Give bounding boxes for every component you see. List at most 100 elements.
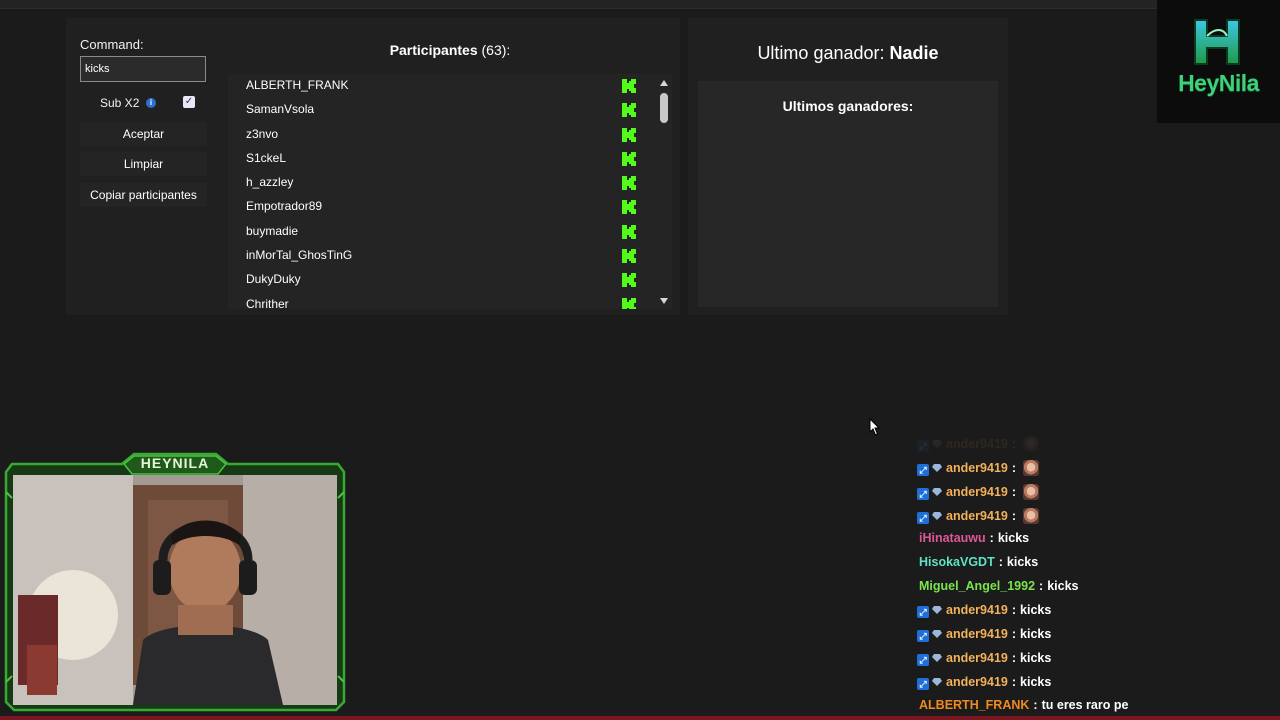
scrollbar-thumb[interactable]	[660, 93, 668, 123]
prime-badge-icon: ⤢	[917, 678, 929, 690]
participant-row: ALBERTH_FRANK	[228, 74, 672, 98]
last-winners-box: Ultimos ganadores:	[698, 81, 998, 307]
chat-message: ⤢ ander9419: kicks	[915, 675, 1051, 695]
logo-text: HeyNila	[1178, 70, 1259, 96]
scroll-up-arrow[interactable]	[660, 80, 668, 86]
logo-h-icon	[1194, 19, 1240, 65]
chat-overlay: ⤢ ander9419: ⤢ ander9419: ⤢ ander9419: ⤢ ander9…	[915, 433, 1275, 720]
participant-name: buymadie	[246, 223, 299, 238]
participant-name: ALBERTH_FRANK	[246, 78, 349, 92]
chat-emote-icon	[1023, 460, 1040, 476]
participant-row: SamanVsola	[228, 98, 672, 122]
command-label: Command:	[80, 37, 144, 52]
participant-name: S1ckeL	[246, 150, 287, 165]
prime-badge-icon: ⤢	[917, 606, 929, 618]
prime-badge-icon: ⤢	[917, 440, 929, 452]
gem-badge-icon	[932, 440, 942, 448]
chat-emote-icon	[1023, 508, 1040, 524]
copy-participants-button[interactable]: Copiar participantes	[80, 183, 207, 207]
participant-row: S1ckeL	[228, 147, 672, 171]
webcam-overlay: HEYNILA	[4, 452, 346, 712]
sub-x2-checkbox[interactable]: ✓	[183, 96, 195, 108]
chat-username[interactable]: ander9419	[946, 509, 1008, 523]
chat-separator: :	[1011, 437, 1017, 451]
chat-separator: :	[998, 555, 1003, 569]
prime-badge-icon: ⤢	[917, 630, 929, 642]
chat-message: ALBERTH_FRANK: tu eres raro pe	[919, 698, 1128, 718]
kick-icon	[622, 297, 636, 309]
sub-x2-label: Sub X2	[100, 96, 140, 110]
chat-separator: :	[1011, 485, 1017, 499]
prime-badge-icon: ⤢	[917, 464, 929, 476]
gem-badge-icon	[932, 512, 942, 520]
participants-panel: Command: Sub X2 i ✓ Aceptar Limpiar Copi…	[66, 18, 680, 315]
chat-username[interactable]: ander9419	[946, 461, 1008, 475]
participants-count: (63):	[481, 42, 511, 58]
gem-badge-icon	[932, 630, 942, 638]
participant-name: Empotrador89	[246, 199, 323, 214]
kick-icon	[622, 249, 636, 264]
chat-separator: :	[1033, 698, 1038, 712]
chat-message: HisokaVGDT: kicks	[919, 555, 1038, 575]
info-icon[interactable]: i	[146, 98, 156, 108]
chat-username[interactable]: ALBERTH_FRANK	[919, 698, 1029, 712]
prime-badge-icon: ⤢	[917, 488, 929, 500]
prime-badge-icon: ⤢	[917, 654, 929, 666]
chat-message: ⤢ ander9419:	[915, 508, 1040, 528]
sub-x2-option[interactable]: Sub X2 i ✓	[80, 95, 208, 111]
chat-separator: :	[1039, 579, 1044, 593]
clear-button[interactable]: Limpiar	[80, 152, 207, 176]
chat-username[interactable]: ander9419	[946, 603, 1008, 617]
participant-name: z3nvo	[246, 126, 279, 141]
participant-row: buymadie	[228, 220, 672, 244]
last-winners-title: Ultimos ganadores:	[782, 98, 914, 114]
chat-message: ⤢ ander9419: kicks	[915, 651, 1051, 671]
gem-badge-icon	[932, 678, 942, 686]
kick-icon	[622, 103, 636, 118]
participant-row: inMorTal_GhosTinG	[228, 244, 672, 268]
chat-message: ⤢ ander9419:	[915, 484, 1040, 504]
chat-text: kicks	[997, 531, 1030, 545]
participant-name: h_azzley	[246, 175, 294, 190]
kick-icon	[622, 79, 636, 93]
participants-list[interactable]: ALBERTH_FRANK SamanVsola z3nvo S1ckeL h_azzl…	[228, 74, 672, 309]
chat-separator: :	[1011, 603, 1017, 617]
chat-message: ⤢ ander9419: kicks	[915, 627, 1051, 647]
chat-username[interactable]: ander9419	[946, 651, 1008, 665]
gem-badge-icon	[932, 606, 942, 614]
chat-message: ⤢ ander9419:	[915, 460, 1040, 480]
last-winner-name: Nadie	[889, 43, 939, 63]
chat-username[interactable]: iHinatauwu	[919, 531, 986, 545]
command-input[interactable]	[80, 56, 206, 82]
chat-text: kicks	[1020, 627, 1052, 641]
gem-badge-icon	[932, 464, 942, 472]
chat-text: kicks	[1006, 555, 1039, 569]
participant-name: SamanVsola	[246, 102, 315, 117]
kick-icon	[622, 273, 636, 288]
gem-badge-icon	[932, 654, 942, 662]
participants-title: Participantes (63):	[228, 42, 672, 58]
chat-username[interactable]: ander9419	[946, 627, 1008, 641]
chat-separator: :	[1011, 509, 1017, 523]
participant-row: z3nvo	[228, 123, 672, 147]
webcam-scene	[13, 475, 337, 705]
kick-icon	[622, 224, 636, 239]
chat-text: kicks	[1020, 603, 1052, 617]
kick-icon	[622, 200, 636, 215]
chat-username[interactable]: Miguel_Angel_1992	[919, 579, 1035, 593]
kick-icon	[622, 176, 636, 191]
chat-username[interactable]: HisokaVGDT	[919, 555, 995, 569]
participant-name: inMorTal_GhosTinG	[246, 248, 353, 263]
chat-username[interactable]: ander9419	[946, 437, 1008, 451]
chat-separator: :	[1011, 461, 1017, 475]
channel-logo: HeyNila	[1157, 0, 1280, 123]
participant-name: DukyDuky	[246, 272, 301, 287]
chat-message: ⤢ ander9419:	[915, 436, 1040, 456]
chat-username[interactable]: ander9419	[946, 675, 1008, 689]
prime-badge-icon: ⤢	[917, 512, 929, 524]
scroll-down-arrow[interactable]	[660, 298, 668, 304]
chat-emote-icon	[1023, 436, 1040, 452]
winner-panel: Ultimo ganador: Nadie Ultimos ganadores:	[688, 18, 1008, 315]
accept-button[interactable]: Aceptar	[80, 122, 207, 146]
chat-username[interactable]: ander9419	[946, 485, 1008, 499]
